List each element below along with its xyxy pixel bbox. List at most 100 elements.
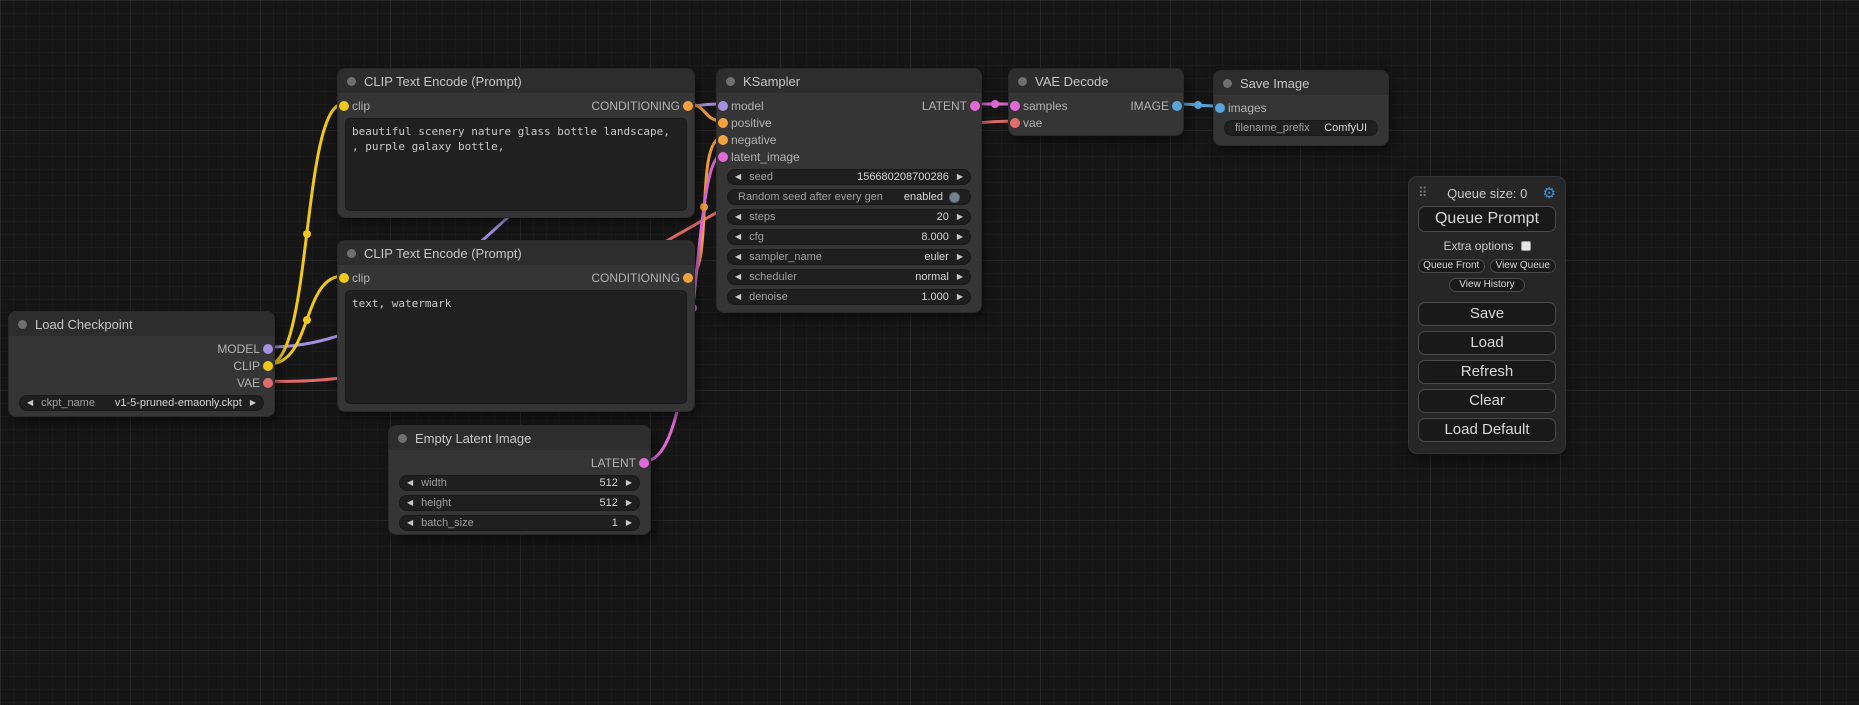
node-ksampler[interactable]: KSampler model LATENT positive negative …: [716, 68, 982, 313]
output-port-image[interactable]: [1172, 101, 1182, 111]
decrement-arrow-icon[interactable]: ◀: [735, 253, 741, 261]
widget-value: 156680208700286: [857, 171, 949, 183]
collapse-dot-icon[interactable]: [1223, 79, 1232, 88]
queue-prompt-button[interactable]: Queue Prompt: [1418, 206, 1556, 232]
increment-arrow-icon[interactable]: ▶: [957, 173, 963, 181]
view-history-button[interactable]: View History: [1449, 278, 1525, 292]
queue-menu-header: ⠿ Queue size: 0 ⚙: [1418, 183, 1556, 203]
load-default-button[interactable]: Load Default: [1418, 418, 1556, 442]
increment-arrow-icon[interactable]: ▶: [957, 273, 963, 281]
decrement-arrow-icon[interactable]: ◀: [735, 213, 741, 221]
increment-arrow-icon[interactable]: ▶: [957, 233, 963, 241]
widget-scheduler[interactable]: ◀ scheduler normal ▶: [727, 269, 971, 285]
node-header[interactable]: KSampler: [717, 69, 981, 93]
widget-height[interactable]: ◀ height 512 ▶: [399, 495, 640, 511]
input-label-positive: positive: [731, 116, 772, 130]
decrement-arrow-icon[interactable]: ◀: [407, 479, 413, 487]
prompt-textarea[interactable]: beautiful scenery nature glass bottle la…: [345, 118, 687, 211]
collapse-dot-icon[interactable]: [398, 434, 407, 443]
link-midpoint-dot: [700, 203, 708, 211]
node-save-image[interactable]: Save Image images filename_prefix ComfyU…: [1213, 70, 1389, 146]
widget-random-seed-toggle[interactable]: Random seed after every gen enabled: [727, 189, 971, 205]
input-port-clip[interactable]: [339, 273, 349, 283]
output-port-latent[interactable]: [639, 458, 649, 468]
node-graph-canvas[interactable]: Load Checkpoint MODEL CLIP VAE ◀ ckpt_na…: [0, 0, 1859, 705]
increment-arrow-icon[interactable]: ▶: [957, 213, 963, 221]
node-clip-text-encode-negative[interactable]: CLIP Text Encode (Prompt) clip CONDITION…: [337, 240, 695, 412]
output-label-conditioning: CONDITIONING: [591, 271, 680, 285]
refresh-button[interactable]: Refresh: [1418, 360, 1556, 384]
input-port-vae[interactable]: [1010, 118, 1020, 128]
drag-handle-icon[interactable]: ⠿: [1418, 185, 1432, 201]
input-port-positive[interactable]: [718, 118, 728, 128]
node-vae-decode[interactable]: VAE Decode samples IMAGE vae: [1008, 68, 1184, 136]
increment-arrow-icon[interactable]: ▶: [626, 479, 632, 487]
output-port-vae[interactable]: [263, 378, 273, 388]
link-midpoint-dot: [303, 230, 311, 238]
increment-arrow-icon[interactable]: ▶: [957, 293, 963, 301]
increment-arrow-icon[interactable]: ▶: [626, 499, 632, 507]
node-header[interactable]: Save Image: [1214, 71, 1388, 95]
increment-arrow-icon[interactable]: ▶: [957, 253, 963, 261]
node-header[interactable]: Load Checkpoint: [9, 312, 274, 336]
input-port-latent-image[interactable]: [718, 152, 728, 162]
widget-ckpt-name[interactable]: ◀ ckpt_name v1-5-pruned-emaonly.ckpt ▶: [19, 395, 264, 411]
node-clip-text-encode-positive[interactable]: CLIP Text Encode (Prompt) clip CONDITION…: [337, 68, 695, 218]
output-port-conditioning[interactable]: [683, 101, 693, 111]
widget-seed[interactable]: ◀ seed 156680208700286 ▶: [727, 169, 971, 185]
widget-cfg[interactable]: ◀ cfg 8.000 ▶: [727, 229, 971, 245]
decrement-arrow-icon[interactable]: ◀: [735, 293, 741, 301]
toggle-knob-icon[interactable]: [949, 192, 960, 203]
node-empty-latent-image[interactable]: Empty Latent Image LATENT ◀ width 512 ▶ …: [388, 425, 651, 535]
output-port-conditioning[interactable]: [683, 273, 693, 283]
widget-name: steps: [749, 211, 775, 223]
decrement-arrow-icon[interactable]: ◀: [735, 233, 741, 241]
widget-steps[interactable]: ◀ steps 20 ▶: [727, 209, 971, 225]
increment-arrow-icon[interactable]: ▶: [250, 399, 256, 407]
node-header[interactable]: CLIP Text Encode (Prompt): [338, 69, 694, 93]
output-port-model[interactable]: [263, 344, 273, 354]
clear-button[interactable]: Clear: [1418, 389, 1556, 413]
collapse-dot-icon[interactable]: [726, 77, 735, 86]
input-port-clip[interactable]: [339, 101, 349, 111]
decrement-arrow-icon[interactable]: ◀: [407, 499, 413, 507]
queue-front-button[interactable]: Queue Front: [1418, 259, 1485, 273]
node-title: CLIP Text Encode (Prompt): [364, 246, 522, 261]
prompt-textarea[interactable]: text, watermark: [345, 290, 687, 404]
widget-denoise[interactable]: ◀ denoise 1.000 ▶: [727, 289, 971, 305]
input-port-samples[interactable]: [1010, 101, 1020, 111]
widget-batch-size[interactable]: ◀ batch_size 1 ▶: [399, 515, 640, 531]
save-button[interactable]: Save: [1418, 302, 1556, 326]
node-header[interactable]: CLIP Text Encode (Prompt): [338, 241, 694, 265]
widget-filename-prefix[interactable]: filename_prefix ComfyUI: [1224, 120, 1378, 136]
link-midpoint-dot: [991, 100, 999, 108]
widget-value: 512: [599, 477, 617, 489]
output-port-clip[interactable]: [263, 361, 273, 371]
increment-arrow-icon[interactable]: ▶: [626, 519, 632, 527]
output-port-latent[interactable]: [970, 101, 980, 111]
node-header[interactable]: VAE Decode: [1009, 69, 1183, 93]
view-queue-button[interactable]: View Queue: [1490, 259, 1557, 273]
decrement-arrow-icon[interactable]: ◀: [735, 173, 741, 181]
widget-name: cfg: [749, 231, 764, 243]
collapse-dot-icon[interactable]: [1018, 77, 1027, 86]
decrement-arrow-icon[interactable]: ◀: [27, 399, 33, 407]
widget-name: Random seed after every gen: [738, 191, 883, 203]
decrement-arrow-icon[interactable]: ◀: [407, 519, 413, 527]
load-button[interactable]: Load: [1418, 331, 1556, 355]
collapse-dot-icon[interactable]: [18, 320, 27, 329]
collapse-dot-icon[interactable]: [347, 77, 356, 86]
decrement-arrow-icon[interactable]: ◀: [735, 273, 741, 281]
widget-value: euler: [924, 251, 948, 263]
widget-sampler-name[interactable]: ◀ sampler_name euler ▶: [727, 249, 971, 265]
collapse-dot-icon[interactable]: [347, 249, 356, 258]
input-port-negative[interactable]: [718, 135, 728, 145]
node-header[interactable]: Empty Latent Image: [389, 426, 650, 450]
widget-value: enabled: [904, 191, 943, 203]
input-port-model[interactable]: [718, 101, 728, 111]
widget-width[interactable]: ◀ width 512 ▶: [399, 475, 640, 491]
input-port-images[interactable]: [1215, 103, 1225, 113]
settings-gear-icon[interactable]: ⚙: [1543, 184, 1556, 202]
node-load-checkpoint[interactable]: Load Checkpoint MODEL CLIP VAE ◀ ckpt_na…: [8, 311, 275, 417]
extra-options-checkbox[interactable]: [1521, 241, 1531, 251]
